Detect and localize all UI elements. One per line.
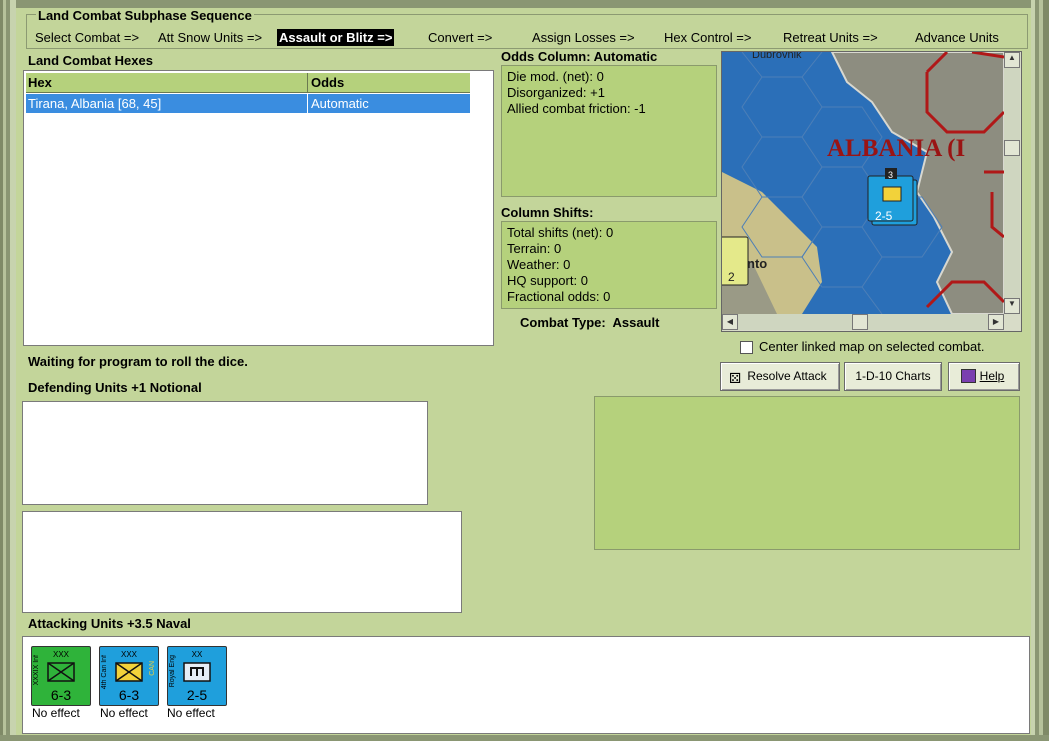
step-advance-units[interactable]: Advance Units (915, 30, 999, 45)
map-hscrollbar[interactable]: ◀ ▶ (722, 314, 1004, 330)
help-button[interactable]: Help (948, 362, 1020, 391)
engineer-icon (183, 662, 211, 682)
map-region-label: ALBANIA (I (827, 135, 965, 162)
window-frame-bottom (0, 735, 1049, 741)
table-row[interactable]: Tirana, Albania [68, 45] Automatic (26, 94, 470, 113)
map-top-label: Dubrovnik (752, 52, 802, 61)
shift-fractional: Fractional odds: 0 (507, 289, 611, 304)
infantry-icon (47, 662, 75, 682)
map-edge-unit[interactable]: 2 (722, 236, 749, 286)
combat-type-value: Assault (612, 315, 660, 330)
shift-total: Total shifts (net): 0 (507, 225, 614, 240)
row-hex: Tirana, Albania [68, 45] (28, 96, 162, 111)
step-assign-losses[interactable]: Assign Losses => (532, 30, 635, 45)
step-retreat-units[interactable]: Retreat Units => (783, 30, 878, 45)
window-frame-top (0, 0, 1049, 8)
map-unit-stack[interactable]: 2-5 3 (867, 168, 918, 226)
map-scroll-left-icon[interactable]: ◀ (722, 314, 738, 330)
map-scroll-up-icon[interactable]: ▲ (1004, 52, 1020, 68)
attacking-unit-2[interactable]: XXX 4th Can Inf CAN 6-3 (99, 646, 159, 706)
odds-box: Die mod. (net): 0 Disorganized: +1 Allie… (501, 65, 717, 197)
unit-3-result: No effect (167, 706, 215, 720)
map-vscroll-thumb[interactable] (1004, 140, 1020, 156)
row-odds: Automatic (311, 96, 369, 111)
dice-icon: ⚄ (729, 370, 742, 386)
map-stack-count: 3 (888, 170, 893, 180)
odds-die-mod: Die mod. (net): 0 (507, 69, 604, 84)
attacking-title: Attacking Units +3.5 Naval (28, 616, 191, 631)
map-edge-unit-value: 2 (728, 270, 735, 284)
center-linked-label: Center linked map on selected combat. (759, 339, 985, 354)
map-canvas[interactable]: ALBANIA (I Dubrovnik nto 2-5 3 2 (722, 52, 1004, 314)
combat-result-box (594, 396, 1020, 550)
combat-type: Combat Type: Assault (520, 315, 659, 330)
attacking-unit-3[interactable]: XX Royal Eng 2-5 (167, 646, 227, 706)
combat-type-label: Combat Type: (520, 315, 606, 330)
odds-disorganized: Disorganized: +1 (507, 85, 605, 100)
center-linked-checkbox[interactable] (740, 341, 753, 354)
map-place-label: nto (747, 256, 767, 271)
hexes-title: Land Combat Hexes (28, 53, 153, 68)
shifts-lines: Total shifts (net): 0 Terrain: 0 Weather… (507, 225, 613, 305)
map-scroll-down-icon[interactable]: ▼ (1004, 298, 1020, 314)
hexes-table: Hex Odds Tirana, Albania [68, 45] Automa… (23, 70, 494, 346)
step-assault-or-blitz[interactable]: Assault or Blitz => (277, 29, 395, 46)
hexes-table-header: Hex Odds (26, 73, 470, 93)
infantry-icon (115, 662, 143, 682)
shifts-box: Total shifts (net): 0 Terrain: 0 Weather… (501, 221, 717, 309)
col-hex[interactable]: Hex (28, 75, 52, 90)
odds-friction: Allied combat friction: -1 (507, 101, 646, 116)
attacking-units-box: XXX XXXIX Inf 6-3 No effect XXX 4th Can … (22, 636, 1030, 734)
shift-hq: HQ support: 0 (507, 273, 588, 288)
shift-weather: Weather: 0 (507, 257, 571, 272)
resolve-attack-button[interactable]: ⚄ Resolve Attack (720, 362, 840, 391)
step-hex-control[interactable]: Hex Control => (664, 30, 751, 45)
sequence-title: Land Combat Subphase Sequence (36, 8, 254, 23)
unit-1-result: No effect (32, 706, 80, 720)
unit-2-result: No effect (100, 706, 148, 720)
charts-button[interactable]: 1-D-10 Charts (844, 362, 942, 391)
defending-units-box-2 (22, 511, 462, 613)
odds-lines: Die mod. (net): 0 Disorganized: +1 Allie… (507, 69, 646, 117)
linked-map[interactable]: ALBANIA (I Dubrovnik nto 2-5 3 2 ▲ ▼ ◀ ▶ (721, 51, 1022, 332)
status-text: Waiting for program to roll the dice. (28, 354, 248, 369)
window-frame-left (0, 0, 16, 741)
step-convert[interactable]: Convert => (428, 30, 492, 45)
map-hscroll-thumb[interactable] (852, 314, 868, 330)
attacking-unit-1[interactable]: XXX XXXIX Inf 6-3 (31, 646, 91, 706)
map-unit-value: 2-5 (875, 209, 893, 223)
odds-title: Odds Column: Automatic (501, 49, 658, 64)
shifts-title: Column Shifts: (501, 205, 594, 220)
shift-terrain: Terrain: 0 (507, 241, 562, 256)
col-odds[interactable]: Odds (311, 75, 344, 90)
map-vscrollbar[interactable]: ▲ ▼ (1004, 52, 1020, 314)
window-frame-right (1031, 0, 1049, 741)
defending-title: Defending Units +1 Notional (28, 380, 202, 395)
defending-units-box (22, 401, 428, 505)
map-scroll-right-icon[interactable]: ▶ (988, 314, 1004, 330)
step-att-snow-units[interactable]: Att Snow Units => (158, 30, 262, 45)
help-book-icon (961, 369, 976, 383)
step-select-combat[interactable]: Select Combat => (35, 30, 139, 45)
unit-2-tag: CAN (149, 661, 156, 676)
